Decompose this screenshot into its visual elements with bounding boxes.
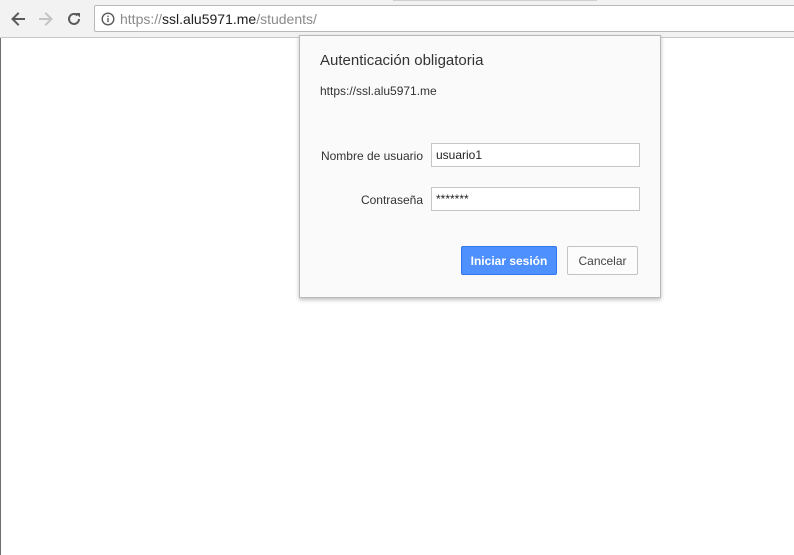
arrow-right-icon bbox=[39, 12, 53, 26]
back-button[interactable] bbox=[6, 7, 30, 31]
url-path: /students/ bbox=[256, 11, 317, 27]
url-host: ssl.alu5971.me bbox=[162, 11, 257, 27]
password-field[interactable] bbox=[431, 187, 640, 211]
browser-toolbar: https://ssl.alu5971.me/students/ bbox=[0, 0, 794, 38]
reload-icon bbox=[68, 12, 80, 25]
dialog-origin: https://ssl.alu5971.me bbox=[320, 84, 437, 98]
forward-button[interactable] bbox=[34, 7, 58, 31]
cancel-button[interactable]: Cancelar bbox=[567, 246, 638, 275]
url-text: https://ssl.alu5971.me/students/ bbox=[120, 11, 317, 27]
info-icon[interactable] bbox=[101, 12, 115, 26]
auth-dialog: Autenticación obligatoria https://ssl.al… bbox=[299, 35, 661, 298]
dialog-title: Autenticación obligatoria bbox=[320, 52, 484, 69]
url-scheme: https:// bbox=[120, 11, 163, 27]
reload-button[interactable] bbox=[62, 7, 86, 31]
address-bar[interactable]: https://ssl.alu5971.me/students/ bbox=[94, 5, 794, 32]
username-field[interactable] bbox=[431, 143, 640, 167]
sign-in-button[interactable]: Iniciar sesión bbox=[461, 246, 557, 275]
tab-strip-edge bbox=[393, 0, 597, 1]
password-label: Contraseña bbox=[360, 193, 423, 207]
arrow-left-icon bbox=[11, 12, 25, 26]
username-label: Nombre de usuario bbox=[320, 149, 423, 163]
